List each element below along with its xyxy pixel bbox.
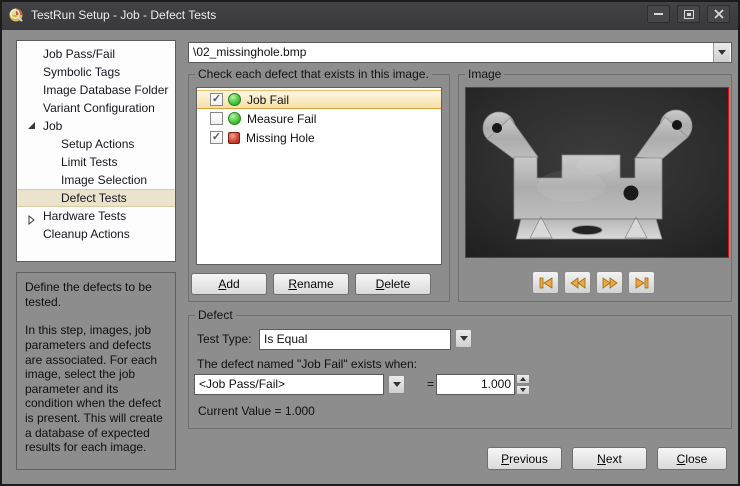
- checkbox-checked[interactable]: ✓: [210, 131, 223, 144]
- defect-row-missing-hole[interactable]: ✓ Missing Hole: [197, 128, 441, 147]
- parameter-value: <Job Pass/Fail>: [195, 375, 383, 394]
- spin-up-button[interactable]: [516, 374, 530, 384]
- image-nav-buttons: [532, 271, 655, 294]
- defect-listbox[interactable]: ✓ Job Fail Measure Fail ✓ Missing Hole: [196, 87, 442, 265]
- chevron-up-icon: [520, 377, 526, 381]
- test-type-label: Test Type:: [197, 329, 251, 350]
- defect-label: Measure Fail: [247, 112, 316, 126]
- next-image-button[interactable]: [596, 271, 623, 294]
- chevron-down-icon: [718, 50, 726, 55]
- chevron-down-icon: [460, 336, 468, 341]
- first-image-button[interactable]: [532, 271, 559, 294]
- parameter-combobox[interactable]: <Job Pass/Fail>: [194, 374, 384, 395]
- defect-label: Missing Hole: [246, 131, 315, 145]
- sidebar-item-defect-tests[interactable]: Defect Tests: [17, 189, 175, 207]
- minimize-icon: [654, 13, 663, 15]
- operator-label: =: [427, 374, 434, 395]
- check-icon: ✓: [212, 94, 221, 105]
- sidebar-item-job-pass-fail[interactable]: Job Pass/Fail: [17, 45, 175, 63]
- current-value-label: Current Value = 1.000: [198, 404, 315, 418]
- chevron-down-icon: [520, 388, 526, 392]
- image-file-combobox[interactable]: \02_missinghole.bmp: [188, 42, 732, 63]
- sidebar-item-variant-configuration[interactable]: Variant Configuration: [17, 99, 175, 117]
- close-button[interactable]: [707, 5, 730, 23]
- rename-button[interactable]: Rename: [273, 273, 349, 295]
- parameter-dropdown-button[interactable]: [388, 375, 405, 394]
- chevron-down-icon: [393, 382, 401, 387]
- check-icon: ✓: [212, 132, 221, 143]
- skip-first-icon: [538, 277, 554, 289]
- sidebar-item-job[interactable]: Job: [17, 117, 175, 135]
- group-title-image: Image: [465, 67, 504, 81]
- checkbox-checked[interactable]: ✓: [210, 93, 223, 106]
- add-button[interactable]: Add: [191, 273, 267, 295]
- maximize-button[interactable]: [677, 5, 700, 23]
- test-type-combobox[interactable]: Is Equal: [259, 329, 451, 350]
- defect-condition-group: Defect Test Type: Is Equal The defect na…: [188, 315, 732, 429]
- description-paragraph-2: In this step, images, job parameters and…: [25, 323, 167, 455]
- defect-row-job-fail[interactable]: ✓ Job Fail: [197, 90, 441, 109]
- image-group: Image: [458, 74, 732, 302]
- file-dropdown-button[interactable]: [713, 43, 730, 62]
- description-paragraph-1: Define the defects to be tested.: [25, 280, 167, 309]
- sidebar-item-image-selection[interactable]: Image Selection: [17, 171, 175, 189]
- inspection-image: [465, 87, 729, 258]
- delete-button[interactable]: Delete: [355, 273, 431, 295]
- defect-label: Job Fail: [247, 93, 289, 107]
- green-circle-icon: [228, 112, 241, 125]
- sidebar-item-label: Hardware Tests: [43, 209, 126, 223]
- tree-expanded-icon[interactable]: [28, 122, 35, 129]
- spin-down-button[interactable]: [516, 385, 530, 395]
- next-button[interactable]: Next: [572, 447, 647, 470]
- sidebar-item-setup-actions[interactable]: Setup Actions: [17, 135, 175, 153]
- minimize-button[interactable]: [647, 5, 670, 23]
- test-type-value: Is Equal: [260, 330, 450, 349]
- sidebar-item-limit-tests[interactable]: Limit Tests: [17, 153, 175, 171]
- maximize-icon: [684, 10, 694, 19]
- threshold-input[interactable]: 1.000: [436, 374, 515, 395]
- fast-forward-icon: [602, 277, 618, 289]
- threshold-value: 1.000: [437, 375, 514, 394]
- previous-button[interactable]: Previous: [487, 447, 562, 470]
- window-controls: [647, 5, 730, 23]
- defect-row-measure-fail[interactable]: Measure Fail: [197, 109, 441, 128]
- sidebar-item-hardware-tests[interactable]: Hardware Tests: [17, 207, 175, 225]
- sidebar-item-symbolic-tags[interactable]: Symbolic Tags: [17, 63, 175, 81]
- step-description: Define the defects to be tested. In this…: [16, 272, 176, 470]
- skip-last-icon: [634, 277, 650, 289]
- defect-checklist-group: Check each defect that exists in this im…: [188, 74, 450, 302]
- sidebar-item-image-database-folder[interactable]: Image Database Folder: [17, 81, 175, 99]
- group-title-defect: Defect: [195, 308, 236, 322]
- condition-label: The defect named "Job Fail" exists when:: [197, 357, 417, 371]
- previous-image-button[interactable]: [564, 271, 591, 294]
- sidebar-nav: Job Pass/Fail Symbolic Tags Image Databa…: [16, 40, 176, 262]
- close-step-button[interactable]: Close: [657, 447, 727, 470]
- app-icon: [8, 7, 24, 23]
- group-title-checklist: Check each defect that exists in this im…: [195, 67, 432, 81]
- last-image-button[interactable]: [628, 271, 655, 294]
- image-file-value: \02_missinghole.bmp: [189, 43, 731, 62]
- close-icon: [714, 9, 724, 19]
- red-square-icon: [228, 132, 240, 144]
- threshold-spinner: [516, 374, 530, 395]
- sidebar-item-cleanup-actions[interactable]: Cleanup Actions: [17, 225, 175, 243]
- checkbox-unchecked[interactable]: [210, 112, 223, 125]
- rewind-icon: [570, 277, 586, 289]
- testrun-setup-window: TestRun Setup - Job - Defect Tests Job P…: [0, 0, 740, 486]
- green-circle-icon: [228, 93, 241, 106]
- window-title: TestRun Setup - Job - Defect Tests: [31, 8, 216, 22]
- test-type-dropdown-button[interactable]: [455, 329, 472, 348]
- sidebar-item-label: Job: [43, 119, 62, 133]
- titlebar[interactable]: TestRun Setup - Job - Defect Tests: [0, 0, 740, 30]
